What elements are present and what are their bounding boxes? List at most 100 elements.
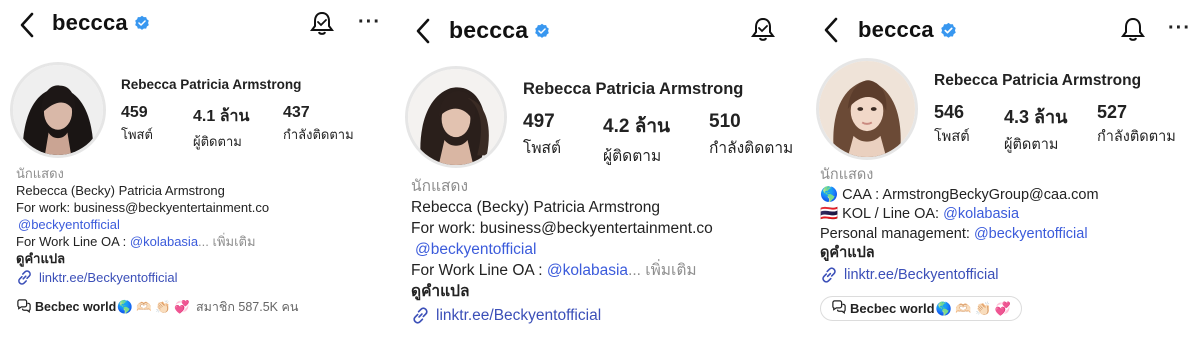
broadcast-channel[interactable]: Becbec world 🌎 🫶🏻 👏🏻 💞 สมาชิก 587.5K คน xyxy=(16,297,298,317)
stat-followers[interactable]: 4.2 ล้าน ผู้ติดตาม xyxy=(603,111,670,168)
external-link[interactable]: linktr.ee/Beckyentofficial xyxy=(820,266,1099,286)
stat-value: 4.3 ล้าน xyxy=(1004,107,1068,127)
stat-value: 4.1 ล้าน xyxy=(193,108,250,125)
link-text: linktr.ee/Beckyentofficial xyxy=(39,270,178,285)
profile-panel-1: beccca ··· Rebecca Patricia Armstrong 45… xyxy=(0,0,398,340)
more-options-icon[interactable]: ··· xyxy=(1168,18,1191,38)
see-translation-link[interactable]: ดูคำแปล xyxy=(16,250,269,267)
stat-followers[interactable]: 4.1 ล้าน ผู้ติดตาม xyxy=(193,104,249,152)
channel-name: Becbec world xyxy=(35,300,117,314)
link-icon xyxy=(413,307,428,324)
stat-followers[interactable]: 4.3 ล้าน ผู้ติดตาม xyxy=(1004,102,1067,156)
link-text: linktr.ee/Beckyentofficial xyxy=(436,307,602,324)
globe-emoji: 🌎 xyxy=(820,186,839,203)
category: นักแสดง xyxy=(16,166,64,181)
channel-icon xyxy=(831,300,847,317)
profile-header: beccca ··· xyxy=(0,0,398,52)
bio-line-prefix: For Work Line OA : xyxy=(16,234,130,249)
bio-caa: CAA : ArmstrongBeckyGroup@caa.com xyxy=(842,186,1099,203)
username: beccca xyxy=(449,17,529,43)
bio-mgmt-prefix: Personal management: xyxy=(820,225,974,242)
full-name: Rebecca Patricia Armstrong xyxy=(121,77,302,92)
stat-posts[interactable]: 546 โพสต์ xyxy=(934,102,970,148)
stat-value: 437 xyxy=(283,104,310,121)
profile-panel-3: beccca ··· Rebecca Patricia Armstrong 54… xyxy=(806,0,1200,340)
bio-work-email: For work: business@beckyentertainment.co xyxy=(16,200,270,215)
stat-value: 510 xyxy=(709,111,741,132)
back-chevron-icon[interactable] xyxy=(18,10,36,40)
stat-label: กำลังติดตาม xyxy=(709,140,794,157)
username: beccca xyxy=(858,17,934,42)
stat-label: โพสต์ xyxy=(121,127,153,142)
verified-badge-icon xyxy=(940,22,957,39)
verified-badge-icon xyxy=(534,23,550,39)
full-name: Rebecca Patricia Armstrong xyxy=(523,80,744,98)
bio-name: Rebecca (Becky) Patricia Armstrong xyxy=(411,199,660,216)
profile-header: beccca ··· xyxy=(806,0,1200,52)
mention-link[interactable]: @kolabasia xyxy=(943,206,1019,222)
full-name: Rebecca Patricia Armstrong xyxy=(934,72,1142,89)
stat-label: ผู้ติดตาม xyxy=(1004,137,1059,153)
bio: นักแสดง 🌎 CAA : ArmstrongBeckyGroup@caa.… xyxy=(820,166,1099,285)
avatar[interactable] xyxy=(405,66,507,168)
stat-label: กำลังติดตาม xyxy=(283,127,354,142)
avatar[interactable] xyxy=(816,58,918,160)
external-link[interactable]: linktr.ee/Beckyentofficial xyxy=(411,305,713,326)
mention-link[interactable]: @kolabasia xyxy=(130,234,198,249)
stat-label: ผู้ติดตาม xyxy=(193,134,242,149)
see-more-link[interactable]: ... เพิ่มเติม xyxy=(628,262,697,279)
bio: นักแสดง Rebecca (Becky) Patricia Armstro… xyxy=(16,165,269,286)
channel-name: Becbec world xyxy=(850,301,935,316)
notification-bell-icon[interactable] xyxy=(750,16,776,44)
link-icon xyxy=(822,267,836,283)
mention-link[interactable]: @beckyentofficial xyxy=(18,217,120,232)
stat-value: 497 xyxy=(523,111,555,132)
link-icon xyxy=(18,270,31,285)
thai-flag-icon: 🇹🇭 xyxy=(820,206,839,222)
external-link[interactable]: linktr.ee/Beckyentofficial xyxy=(16,269,269,286)
stat-posts[interactable]: 497 โพสต์ xyxy=(523,111,561,160)
bio-name: Rebecca (Becky) Patricia Armstrong xyxy=(16,183,225,198)
channel-members: สมาชิก 587.5K คน xyxy=(195,300,299,314)
channel-icon xyxy=(16,298,32,316)
mention-link[interactable]: @beckyentofficial xyxy=(415,241,536,258)
stat-value: 4.2 ล้าน xyxy=(603,116,670,137)
stat-value: 546 xyxy=(934,102,965,122)
stat-following[interactable]: 437 กำลังติดตาม xyxy=(283,104,354,145)
profile-header: beccca xyxy=(400,0,804,52)
back-chevron-icon[interactable] xyxy=(414,16,432,46)
stat-value: 527 xyxy=(1097,102,1128,122)
mention-link[interactable]: @kolabasia xyxy=(547,262,628,279)
stat-label: ผู้ติดตาม xyxy=(603,148,662,165)
username: beccca xyxy=(52,10,128,35)
bio-work-email: For work: business@beckyentertainment.co xyxy=(411,220,713,237)
stat-value: 459 xyxy=(121,104,148,121)
see-translation-link[interactable]: ดูคำแปล xyxy=(411,281,713,302)
stat-following[interactable]: 527 กำลังติดตาม xyxy=(1097,102,1176,148)
stat-label: โพสต์ xyxy=(523,140,562,157)
notification-bell-icon[interactable] xyxy=(1120,16,1146,44)
stat-posts[interactable]: 459 โพสต์ xyxy=(121,104,153,145)
bio-kol-prefix: KOL / Line OA: xyxy=(842,206,944,222)
profile-panel-2: beccca Rebecca Patricia Armstrong 497 โพ… xyxy=(400,0,804,340)
notification-bell-icon[interactable] xyxy=(309,10,335,38)
stat-label: กำลังติดตาม xyxy=(1097,129,1176,145)
more-options-icon[interactable]: ··· xyxy=(358,12,381,32)
mention-link[interactable]: @beckyentofficial xyxy=(974,226,1088,242)
link-text: linktr.ee/Beckyentofficial xyxy=(844,266,999,283)
channel-emojis: 🌎 🫶🏻 👏🏻 💞 xyxy=(935,300,1012,316)
stat-following[interactable]: 510 กำลังติดตาม xyxy=(709,111,793,160)
bio: นักแสดง Rebecca (Becky) Patricia Armstro… xyxy=(411,176,713,326)
see-translation-link[interactable]: ดูคำแปล xyxy=(820,244,1099,264)
panel-divider xyxy=(398,0,400,340)
panel-divider xyxy=(804,0,806,340)
see-more-link[interactable]: ... เพิ่มเติม xyxy=(198,234,255,249)
back-chevron-icon[interactable] xyxy=(822,15,840,45)
channel-emojis: 🌎 🫶🏻 👏🏻 💞 xyxy=(117,299,190,314)
avatar[interactable] xyxy=(10,62,106,158)
bio-line-prefix: For Work Line OA : xyxy=(411,262,547,279)
stat-label: โพสต์ xyxy=(934,129,970,145)
category: นักแสดง xyxy=(411,178,469,195)
category: นักแสดง xyxy=(820,167,874,183)
broadcast-channel[interactable]: Becbec world 🌎 🫶🏻 👏🏻 💞 xyxy=(820,296,1023,321)
